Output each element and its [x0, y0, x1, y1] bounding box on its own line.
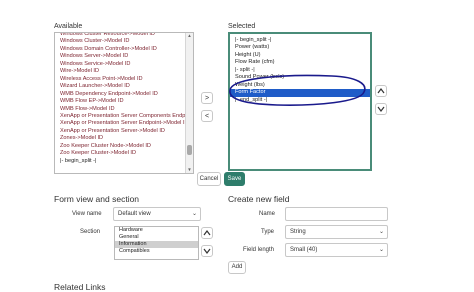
available-item[interactable]: Windows Service->Model ID: [55, 61, 193, 68]
remove-from-selected-button[interactable]: <: [201, 110, 213, 122]
section-list[interactable]: Hardware General Information Compatibles: [114, 226, 199, 260]
selected-item[interactable]: Flow Rate (cfm): [230, 59, 370, 66]
field-length-select[interactable]: Small (40) ⌄: [285, 243, 388, 257]
selected-label: Selected: [228, 23, 256, 30]
section-item[interactable]: General: [115, 234, 198, 241]
chevron-down-icon: [377, 106, 385, 112]
chevron-down-icon: ⌄: [378, 229, 384, 235]
section-item[interactable]: Information: [115, 241, 198, 248]
view-name-label: View name: [72, 211, 102, 217]
chevron-up-icon: [377, 88, 385, 94]
available-item[interactable]: XenApp or Presentation Server->Model ID: [55, 128, 193, 135]
save-button[interactable]: Save: [224, 172, 245, 186]
create-field-title: Create new field: [228, 194, 290, 204]
available-scrollbar[interactable]: ▲ ▼: [185, 33, 193, 173]
move-down-button[interactable]: [375, 103, 387, 115]
available-item[interactable]: Windows Cluster->Model ID: [55, 38, 193, 45]
scroll-down-icon[interactable]: ▼: [186, 167, 193, 173]
available-item[interactable]: Windows Domain Controller->Model ID: [55, 46, 193, 53]
available-label: Available: [54, 23, 83, 30]
chevron-down-icon: ⌄: [191, 211, 197, 217]
available-item[interactable]: WMB Flow->Model ID: [55, 106, 193, 113]
available-item[interactable]: Wireless Access Point->Model ID: [55, 76, 193, 83]
available-item[interactable]: Zones->Model ID: [55, 135, 193, 142]
cancel-button[interactable]: Cancel: [197, 172, 221, 186]
scroll-up-icon[interactable]: ▲: [186, 33, 193, 39]
section-item[interactable]: Hardware: [115, 227, 198, 234]
related-links-heading: Related Links: [54, 282, 106, 292]
available-item[interactable]: Wizard Launcher->Model ID: [55, 83, 193, 90]
available-item[interactable]: |- begin_split -|: [55, 158, 193, 165]
available-item[interactable]: Wire->Model ID: [55, 68, 193, 75]
type-label: Type: [261, 229, 275, 235]
available-item[interactable]: XenApp or Presentation Server Components…: [55, 113, 193, 120]
form-view-title: Form view and section: [54, 194, 140, 204]
available-item[interactable]: Zoo Keeper Cluster->Model ID: [55, 150, 193, 157]
annotation-ellipse: [229, 74, 366, 106]
scroll-thumb[interactable]: [187, 145, 192, 155]
add-button[interactable]: Add: [228, 261, 246, 274]
section-up-button[interactable]: [201, 227, 213, 239]
move-up-button[interactable]: [375, 85, 387, 97]
name-label: Name: [259, 211, 276, 217]
field-length-label: Field length: [243, 247, 275, 253]
selected-item[interactable]: Height (U): [230, 52, 370, 59]
section-item[interactable]: Compatibles: [115, 248, 198, 255]
selected-item[interactable]: Power (watts): [230, 44, 370, 51]
available-item[interactable]: WMB Flow EP->Model ID: [55, 98, 193, 105]
field-length-value: Small (40): [290, 247, 318, 253]
name-input[interactable]: [285, 207, 388, 221]
selected-item[interactable]: |- begin_split -|: [230, 37, 370, 44]
view-name-select[interactable]: Default view ⌄: [113, 207, 201, 221]
available-list[interactable]: Windows Cluster Resource->Model ID Window…: [54, 32, 194, 174]
available-item[interactable]: WMB Dependency Endpoint->Model ID: [55, 91, 193, 98]
chevron-down-icon: [203, 248, 211, 254]
chevron-down-icon: ⌄: [378, 247, 384, 253]
view-name-value: Default view: [118, 211, 151, 217]
available-item[interactable]: Windows Server->Model ID: [55, 53, 193, 60]
type-select[interactable]: String ⌄: [285, 225, 388, 239]
chevron-up-icon: [203, 230, 211, 236]
section-label: Section: [80, 229, 101, 235]
available-item[interactable]: XenApp or Presentation Server Endpoint->…: [55, 120, 193, 127]
section-down-button[interactable]: [201, 245, 213, 257]
add-to-selected-button[interactable]: >: [201, 92, 213, 104]
available-item[interactable]: Zoo Keeper Cluster Node->Model ID: [55, 143, 193, 150]
type-value: String: [290, 229, 306, 235]
